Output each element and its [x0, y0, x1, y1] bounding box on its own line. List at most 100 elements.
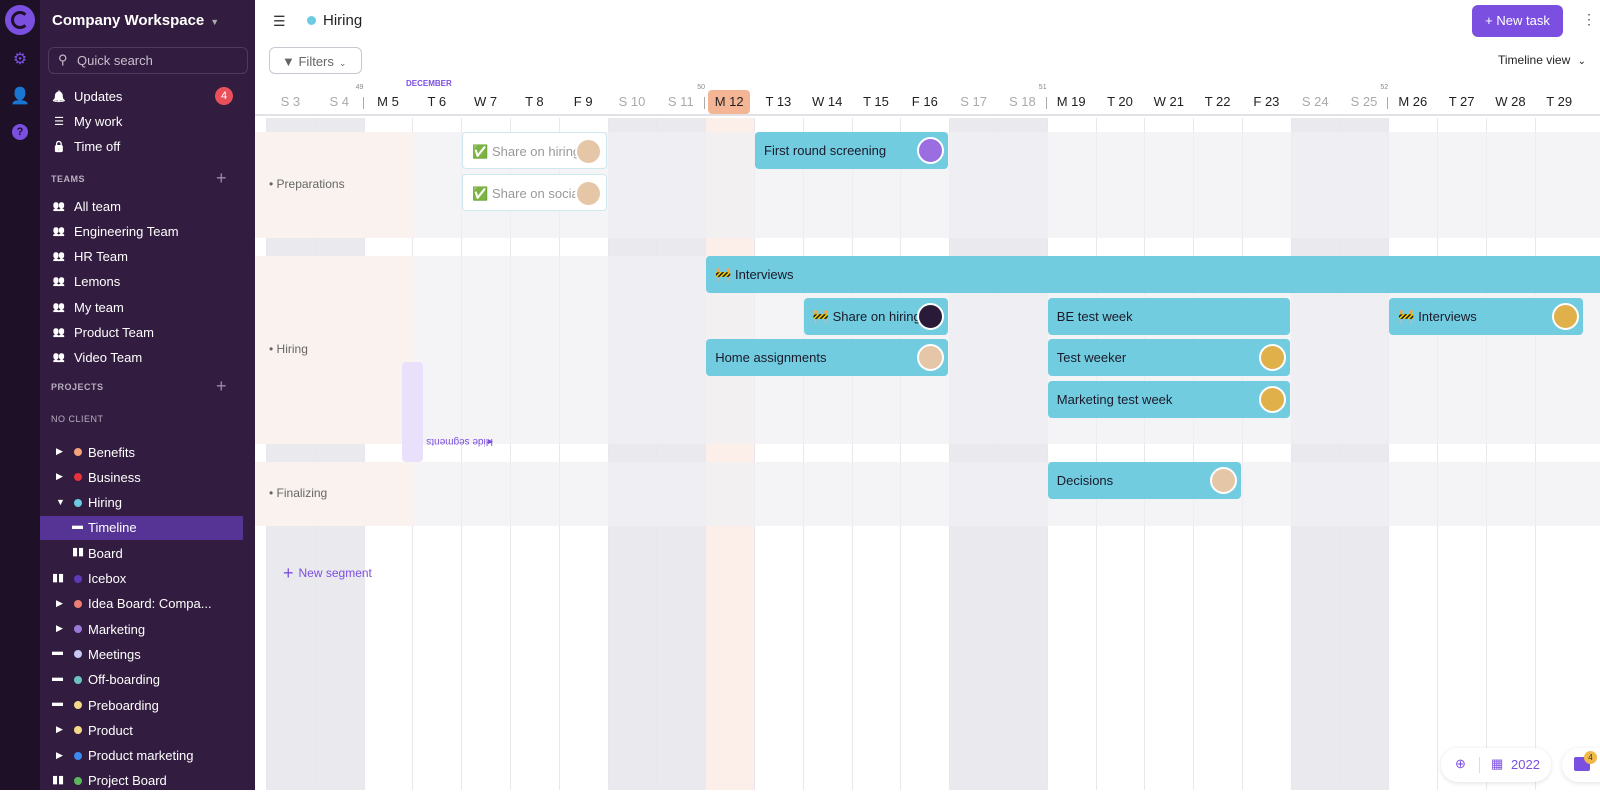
nav-item-my-work[interactable]: ☰ My work: [40, 109, 245, 133]
team-icon: 👥: [52, 225, 66, 237]
caret-right-icon[interactable]: ▶: [56, 623, 63, 634]
segment-label-finalizing[interactable]: • Finalizing: [255, 462, 413, 526]
filters-button[interactable]: ▼ Filters ⌄: [269, 47, 362, 74]
team-item[interactable]: 👥 Video Team: [40, 346, 245, 370]
new-task-button[interactable]: + New task: [1472, 5, 1563, 37]
assignee-avatar[interactable]: [1258, 385, 1286, 413]
project-item-meetings[interactable]: ▬ Meetings: [40, 642, 243, 666]
task-bar[interactable]: 🚧 Interviews: [706, 256, 1600, 293]
more-options-icon[interactable]: ⋮: [1582, 11, 1596, 28]
team-icon: 👥: [52, 301, 66, 313]
caret-right-icon[interactable]: ▶: [56, 598, 63, 609]
project-item-business[interactable]: ▶ Business: [40, 465, 243, 489]
add-team-button[interactable]: +: [216, 168, 227, 189]
team-item[interactable]: 👥 All team: [40, 194, 245, 218]
team-item[interactable]: 👥 Product Team: [40, 321, 245, 345]
assignee-avatar[interactable]: [574, 179, 602, 207]
project-label: Hiring: [88, 495, 122, 511]
project-item-off-boarding[interactable]: ▬ Off-boarding: [40, 668, 243, 692]
assignee-avatar[interactable]: [574, 138, 602, 165]
task-bar[interactable]: 🚧 Share on hiring: [803, 297, 949, 335]
search-icon: ⚲: [58, 52, 68, 67]
project-item-timeline[interactable]: ▬ Timeline: [40, 515, 243, 540]
project-item-project-board[interactable]: ▮▮ Project Board: [40, 769, 243, 793]
week-separator: [362, 97, 364, 109]
assignee-avatar[interactable]: [917, 344, 945, 371]
nav-item-time-off[interactable]: 🔒 Time off: [40, 134, 245, 158]
plus-icon: +: [283, 563, 294, 583]
assignee-avatar[interactable]: [1258, 344, 1286, 371]
view-selector[interactable]: Timeline view ⌄: [1498, 53, 1586, 67]
week-number: 50: [697, 84, 705, 91]
project-label: Off-boarding: [88, 672, 161, 688]
team-item[interactable]: 👥 HR Team: [40, 245, 245, 269]
task-title: Decisions: [1056, 473, 1114, 488]
collapse-sidebar-icon[interactable]: ☰: [273, 13, 286, 30]
project-item-preboarding[interactable]: ▬ Preboarding: [40, 693, 243, 717]
inbox-button[interactable]: 4: [1562, 748, 1600, 782]
caret-right-icon[interactable]: ▶: [56, 750, 63, 761]
project-item-product-marketing[interactable]: ▶ Product marketing: [40, 744, 243, 768]
task-bar[interactable]: Home assignments: [706, 339, 949, 376]
task-bar[interactable]: ✅ Share on social: [462, 173, 607, 211]
project-item-marketing[interactable]: ▶ Marketing: [40, 617, 243, 641]
app-logo-icon[interactable]: [5, 5, 35, 35]
assignee-avatar[interactable]: [917, 302, 945, 330]
segment-label-preparations[interactable]: • Preparations: [255, 132, 413, 238]
task-bar[interactable]: First round screening: [755, 132, 949, 169]
segment-label-hiring[interactable]: • Hiring: [255, 256, 413, 444]
nav-item-updates[interactable]: 🔔 Updates 4: [40, 84, 245, 108]
project-item-benefits[interactable]: ▶ Benefits: [40, 440, 243, 464]
task-bar[interactable]: Test weeker: [1047, 339, 1290, 376]
project-color-dot: [307, 16, 316, 25]
zoom-in-icon[interactable]: ⊕: [1455, 756, 1466, 772]
new-segment-button[interactable]: + New segment: [283, 563, 372, 584]
add-project-button[interactable]: +: [216, 376, 227, 397]
sidebar: Company Workspace ▼ ⚲ Quick search 🔔 Update…: [40, 0, 292, 793]
zoom-year-control: ⊕ ▦ 2022: [1441, 748, 1551, 782]
updates-badge: 4: [215, 87, 233, 105]
assignee-avatar[interactable]: [1551, 302, 1579, 330]
task-bar[interactable]: ✅ Share on hiring: [462, 132, 607, 169]
team-item[interactable]: 👥 Engineering Team: [40, 219, 245, 243]
list-icon: ☰: [54, 115, 64, 128]
caret-right-icon[interactable]: ▶: [56, 724, 63, 735]
task-bar[interactable]: Decisions: [1047, 462, 1241, 499]
board-view-icon: ▮▮: [52, 773, 65, 786]
task-bar[interactable]: BE test week: [1047, 297, 1290, 335]
board-view-icon: ▮▮: [52, 571, 65, 584]
day-header: T 6: [427, 94, 447, 109]
task-bar[interactable]: 🚧 Interviews: [1389, 297, 1583, 335]
team-item[interactable]: 👥 Lemons: [40, 270, 245, 294]
page-title-text: Hiring: [323, 12, 363, 29]
bell-icon: 🔔: [52, 90, 66, 103]
project-item-icebox[interactable]: ▮▮ Icebox: [40, 567, 243, 591]
project-color-dot: [74, 650, 82, 659]
nav-label: Updates: [74, 88, 123, 104]
assignee-avatar[interactable]: [917, 137, 945, 164]
team-label: Engineering Team: [74, 223, 179, 239]
team-label: My team: [74, 299, 124, 315]
help-icon[interactable]: ?: [12, 124, 28, 140]
caret-right-icon[interactable]: ▶: [56, 471, 63, 482]
day-header: W 14: [812, 94, 843, 109]
project-item-idea-board-compa-[interactable]: ▶ Idea Board: Compa...: [40, 592, 243, 616]
team-item[interactable]: 👥 My team: [40, 295, 245, 319]
year-selector[interactable]: 2022: [1511, 757, 1540, 772]
gear-icon[interactable]: ⚙: [10, 50, 30, 70]
task-bar[interactable]: Marketing test week: [1047, 380, 1290, 418]
task-title: Marketing test week: [1056, 391, 1173, 407]
caret-right-icon[interactable]: ▶: [56, 446, 63, 457]
quick-search-input[interactable]: ⚲ Quick search: [48, 47, 248, 74]
project-label: Product marketing: [88, 748, 194, 764]
project-item-board[interactable]: ▮▮ Board: [40, 541, 243, 565]
assignee-avatar[interactable]: [1209, 467, 1237, 494]
caret-down-icon[interactable]: ▼: [56, 497, 65, 507]
project-item-hiring[interactable]: ▼ Hiring: [40, 491, 243, 515]
users-icon[interactable]: 👤: [10, 87, 30, 107]
calendar-icon[interactable]: ▦: [1491, 756, 1503, 772]
workspace-switcher[interactable]: Company Workspace ▼: [52, 12, 219, 29]
project-item-product[interactable]: ▶ Product: [40, 718, 243, 742]
hide-segments-button[interactable]: ◂ Hide segments: [402, 362, 493, 462]
team-icon: 👥: [52, 327, 66, 338]
